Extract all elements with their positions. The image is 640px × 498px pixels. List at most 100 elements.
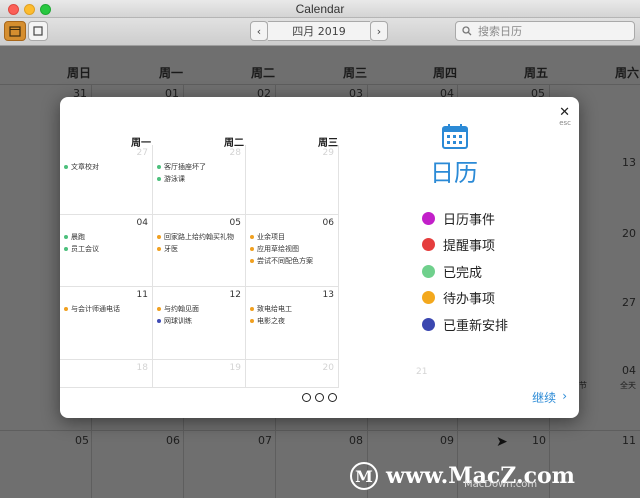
event-title: 回家路上给约翰买礼物 [164, 233, 234, 241]
day-number: 06 [322, 218, 334, 228]
calendar-icon [441, 122, 469, 154]
day-number: 18 [136, 363, 148, 373]
day-number: 20 [322, 363, 334, 373]
legend-color-icon [422, 317, 435, 331]
event-title: 致电给电工 [257, 305, 292, 313]
current-month-label[interactable]: 四月 2019 [268, 21, 370, 41]
day-number[interactable]: 08 [349, 434, 363, 447]
day-number[interactable]: 20 [622, 227, 636, 240]
legend-label: 已完成 [443, 265, 483, 281]
day-cell[interactable]: 05 回家路上给约翰买礼物牙医 [153, 215, 246, 287]
day-number: 27 [136, 148, 148, 158]
feature-title: 日历 [430, 159, 478, 187]
day-number: 05 [229, 218, 241, 228]
day-number: 29 [322, 148, 334, 158]
legend-item: 待办事项 [422, 285, 508, 312]
event-item[interactable]: 牙医 [157, 244, 178, 254]
legend-color-icon [422, 291, 435, 305]
event-item[interactable]: 员工会议 [64, 244, 99, 254]
calendars-button[interactable] [4, 21, 26, 41]
toolbar: ‹ 四月 2019 › 搜索日历 [0, 18, 640, 46]
event-dot-icon [157, 247, 161, 251]
all-day-label: 全天 [620, 381, 636, 390]
event-item[interactable]: 业余项目 [250, 232, 285, 242]
day-number: 21 [416, 367, 428, 377]
event-item[interactable]: 游泳课 [157, 174, 185, 184]
previous-month-button[interactable]: ‹ [250, 21, 268, 41]
day-number[interactable]: 13 [622, 156, 636, 169]
event-item[interactable]: 电影之夜 [250, 316, 285, 326]
day-cell[interactable]: 20 [246, 360, 339, 388]
day-number[interactable]: 07 [258, 434, 272, 447]
day-cell[interactable]: 19 [153, 360, 246, 388]
event-item[interactable]: 尝试不同配色方案 [250, 256, 313, 266]
day-cell[interactable]: 12 与约翰见面网球训练 [153, 287, 246, 360]
page-dot[interactable] [315, 393, 324, 402]
event-title: 尝试不同配色方案 [257, 257, 313, 265]
legend-item: 已完成 [422, 258, 508, 285]
event-dot-icon [250, 319, 254, 323]
day-number[interactable]: 11 [622, 434, 636, 447]
day-number[interactable]: 05 [75, 434, 89, 447]
day-number[interactable]: 06 [166, 434, 180, 447]
close-icon[interactable]: ✕ [559, 105, 570, 120]
day-number: 11 [136, 290, 148, 300]
day-cell[interactable]: 18 [60, 360, 153, 388]
chevron-left-icon: ‹ [256, 24, 262, 38]
day-cell[interactable]: 04 晨跑 员工会议 [60, 215, 153, 287]
day-cell[interactable]: 11 与会计师通电话 [60, 287, 153, 360]
event-title: 与约翰见面 [164, 305, 199, 313]
legend-label: 日历事件 [443, 212, 496, 228]
search-field[interactable]: 搜索日历 [455, 21, 635, 41]
mouse-cursor-icon: ➤ [496, 434, 508, 450]
day-cell[interactable]: 27 文章校对 [60, 145, 153, 215]
event-item[interactable]: 与会计师通电话 [64, 304, 120, 314]
event-title: 与会计师通电话 [71, 305, 120, 313]
day-number: 19 [229, 363, 241, 373]
day-cell[interactable]: 28 客厅插座坏了 游泳课 [153, 145, 246, 215]
event-dot-icon [157, 235, 161, 239]
event-item[interactable]: 致电给电工 [250, 304, 292, 314]
event-fragment: 节 [579, 381, 587, 390]
day-number[interactable]: 27 [622, 296, 636, 309]
weekday-header: 周四 [433, 66, 458, 80]
day-number[interactable]: 09 [440, 434, 454, 447]
event-dot-icon [64, 235, 68, 239]
next-month-button[interactable]: › [370, 21, 388, 41]
event-item[interactable]: 网球训练 [157, 316, 192, 326]
event-dot-icon [64, 307, 68, 311]
event-item[interactable]: 与约翰见面 [157, 304, 199, 314]
day-number[interactable]: 10 [532, 434, 546, 447]
day-number: 12 [229, 290, 241, 300]
event-item[interactable]: 客厅插座坏了 [157, 162, 206, 172]
window-title: Calendar [295, 2, 345, 16]
continue-button[interactable]: 继续 › [532, 389, 567, 406]
event-item[interactable]: 应用草绘视图 [250, 244, 299, 254]
legend-label: 提醒事项 [443, 239, 496, 255]
sample-month-grid: 27 文章校对 28 客厅插座坏了 游泳课 29 04 晨跑 员工会议 05 回家路上给约翰买礼物牙… [60, 145, 340, 388]
inbox-button[interactable] [28, 21, 48, 41]
continue-label: 继续 [532, 391, 557, 405]
legend-label: 已重新安排 [443, 318, 509, 334]
event-item[interactable]: 文章校对 [64, 162, 99, 172]
esc-hint: esc [559, 119, 571, 127]
note-icon [33, 26, 43, 36]
event-dot-icon [250, 259, 254, 263]
day-cell[interactable]: 13 致电给电工 电影之夜 [246, 287, 339, 360]
weekday-header: 周二 [251, 66, 276, 80]
event-item[interactable]: 晨跑 [64, 232, 85, 242]
day-cell[interactable]: 29 [246, 145, 339, 215]
event-title: 电影之夜 [257, 317, 285, 325]
grid-line [0, 84, 640, 85]
legend-color-icon [422, 238, 435, 252]
day-cell[interactable]: 06 业余项目应用草绘视图尝试不同配色方案 [246, 215, 339, 287]
chevron-right-icon: › [562, 389, 567, 403]
watermark: M www.MacZ.com [350, 462, 575, 490]
day-number[interactable]: 04 [622, 364, 636, 377]
legend-item: 提醒事项 [422, 232, 508, 259]
page-dot[interactable] [302, 393, 311, 402]
page-dot[interactable] [328, 393, 337, 402]
event-item[interactable]: 回家路上给约翰买礼物 [157, 232, 234, 242]
event-dot-icon [157, 307, 161, 311]
weekday-header: 周一 [159, 66, 184, 80]
